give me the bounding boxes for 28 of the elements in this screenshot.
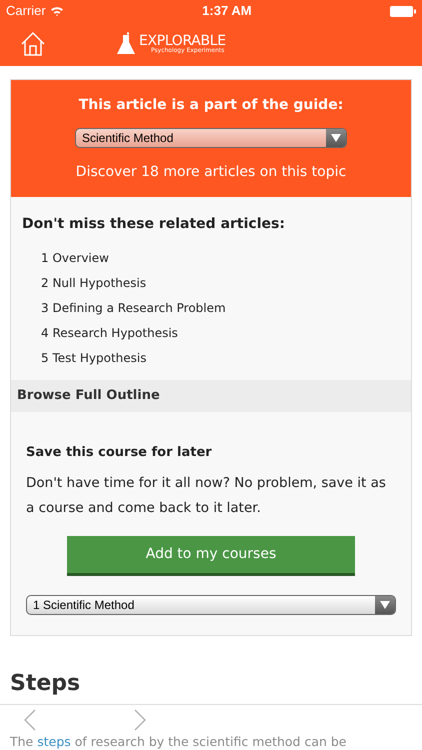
outline-bar[interactable]: Browse Full Outline [11, 380, 411, 412]
chevron-right-icon [133, 708, 147, 732]
add-courses-button[interactable]: Add to my courses [67, 536, 355, 576]
caret-down-icon [380, 600, 390, 608]
home-button[interactable] [20, 31, 46, 57]
related-article-link[interactable]: 4 Research Hypothesis [41, 324, 400, 341]
related-article-link[interactable]: 5 Test Hypothesis [41, 349, 400, 366]
related-article-link[interactable]: 2 Null Hypothesis [41, 274, 400, 291]
guide-select[interactable]: Scientific Method [75, 128, 347, 148]
battery-icon [390, 6, 416, 16]
steps-paragraph: The steps of research by the scientific method can be [10, 734, 348, 750]
carrier-label: Carrier [6, 2, 46, 20]
related-article-link[interactable]: 3 Defining a Research Problem [41, 299, 400, 316]
guide-heading: This article is a part of the guide: [78, 96, 344, 115]
save-heading: Save this course for later [26, 444, 213, 462]
course-select[interactable]: 1 Scientific Method [26, 594, 396, 614]
related-heading: Don't miss these related articles: [22, 215, 286, 234]
home-icon [20, 31, 46, 57]
wifi-icon [50, 6, 64, 16]
caret-down-icon [331, 134, 341, 142]
steps-link[interactable]: steps [37, 734, 71, 749]
chevron-left-icon [23, 708, 37, 732]
logo-title: EXPLORABLE [139, 34, 226, 48]
save-description: Don't have time for it all now? No problem, save it as a course and come back to it later. [26, 474, 387, 518]
steps-heading: Steps [10, 670, 82, 698]
flask-icon [116, 32, 136, 56]
clock-label: 1:37 AM [202, 2, 252, 20]
related-article-link[interactable]: 1 Overview [41, 249, 400, 266]
